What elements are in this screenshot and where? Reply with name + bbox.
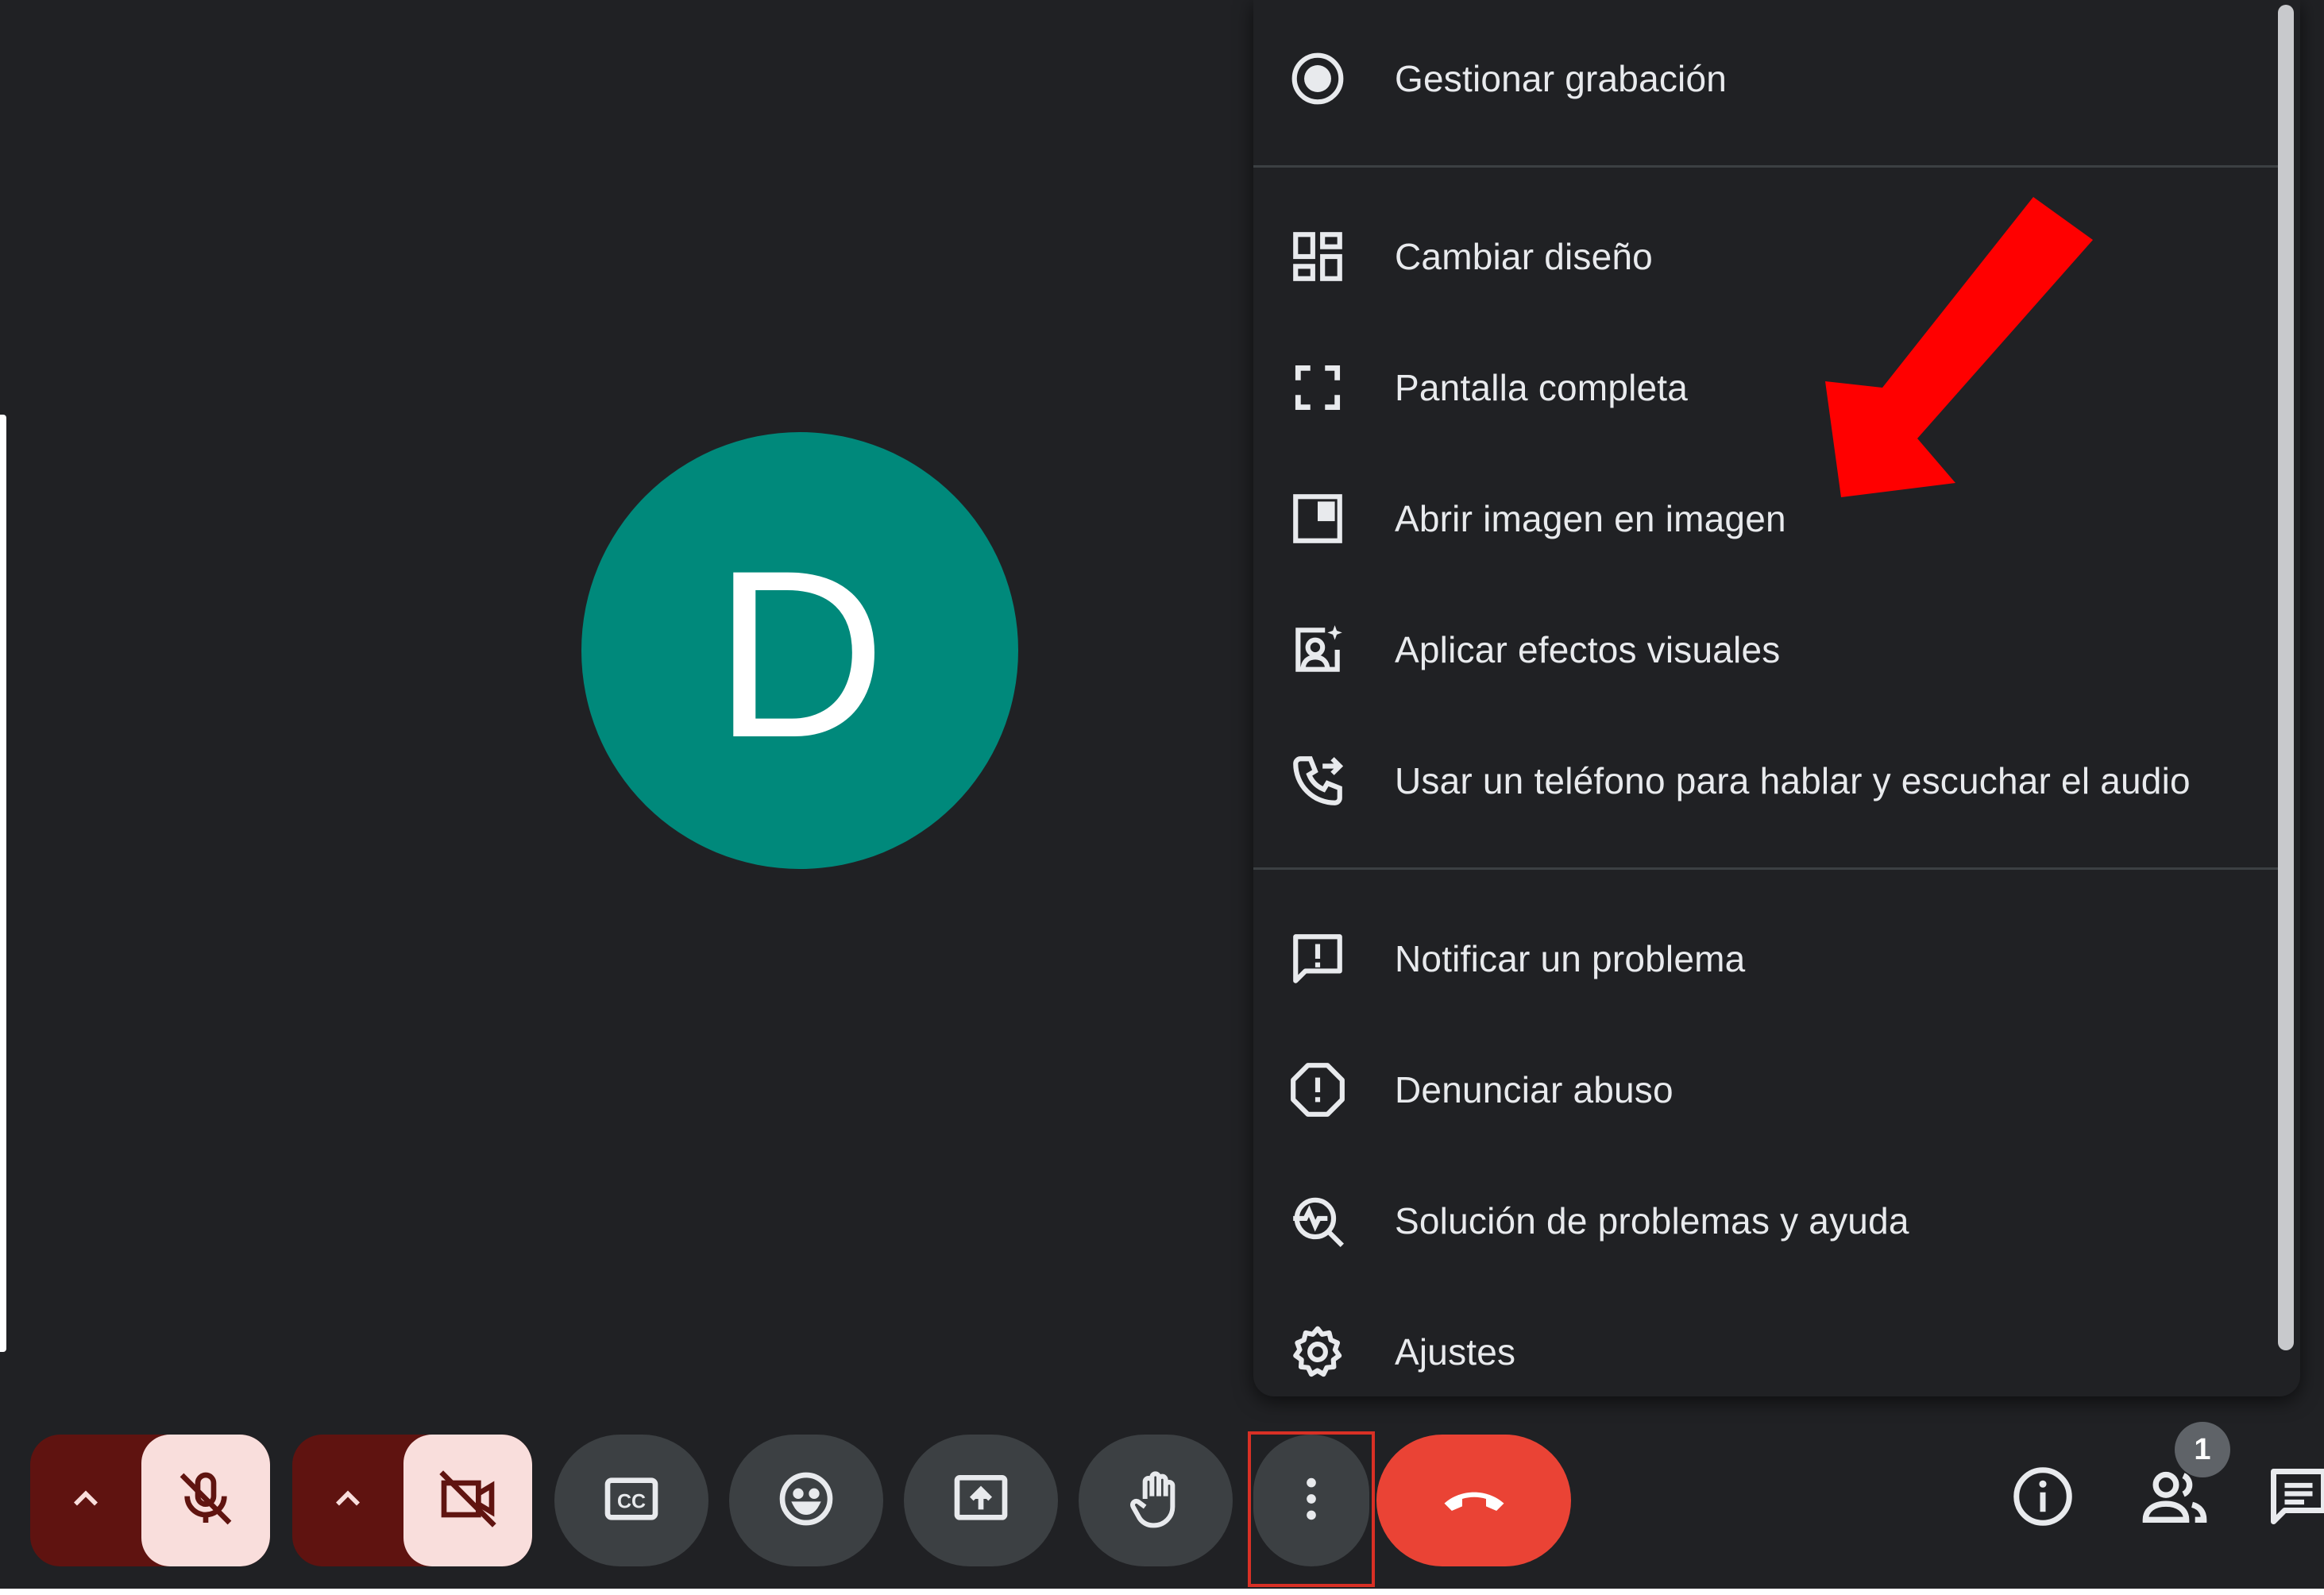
menu-item-label: Usar un teléfono para hablar y escuchar … <box>1395 760 2191 801</box>
menu-item-label: Aplicar efectos visuales <box>1395 629 1781 670</box>
feedback-icon <box>1288 929 1347 988</box>
meeting-stage: D Gestionar grabación Cambiar diseño Pan… <box>0 0 2324 1595</box>
microphone-control-group <box>30 1435 270 1566</box>
present-screen-icon <box>949 1467 1013 1535</box>
menu-item-settings[interactable]: Ajustes <box>1253 1300 2278 1404</box>
menu-item-label: Gestionar grabación <box>1395 58 1728 99</box>
chevron-up-icon <box>327 1478 369 1524</box>
camera-button[interactable] <box>403 1435 532 1566</box>
meeting-info-button[interactable] <box>2005 1460 2081 1536</box>
captions-button[interactable]: CC <box>554 1435 708 1566</box>
menu-scrollbar[interactable] <box>2278 5 2294 1350</box>
chevron-up-icon <box>65 1478 106 1524</box>
avatar-initial: D <box>713 520 886 787</box>
end-call-button[interactable] <box>1376 1435 1571 1566</box>
emoji-icon <box>774 1467 838 1535</box>
menu-item-report-abuse[interactable]: Denunciar abuso <box>1253 1038 2278 1141</box>
call-end-icon <box>1438 1463 1510 1539</box>
info-icon <box>2009 1463 2076 1534</box>
menu-item-report-problem[interactable]: Notificar un problema <box>1253 907 2278 1010</box>
menu-item-label: Abrir imagen en imagen <box>1395 498 1786 539</box>
svg-text:CC: CC <box>617 1490 646 1512</box>
report-icon <box>1288 1060 1347 1119</box>
settings-icon <box>1288 1323 1347 1381</box>
mic-off-icon <box>174 1467 237 1535</box>
menu-item-troubleshooting[interactable]: Solución de problemas y ayuda <box>1253 1169 2278 1273</box>
camera-control-group <box>292 1435 532 1566</box>
annotation-highlight-box <box>1248 1431 1375 1587</box>
microphone-options-button[interactable] <box>30 1435 141 1566</box>
menu-item-use-phone-audio[interactable]: Usar un teléfono para hablar y escuchar … <box>1253 729 2278 832</box>
menu-item-label: Pantalla completa <box>1395 367 1689 408</box>
picture-in-picture-icon <box>1288 489 1347 548</box>
layout-icon <box>1288 227 1347 286</box>
reactions-button[interactable] <box>729 1435 883 1566</box>
menu-item-label: Solución de problemas y ayuda <box>1395 1200 1909 1242</box>
phone-forward-icon <box>1288 751 1347 810</box>
bottom-edge <box>0 1589 2324 1595</box>
menu-divider <box>1253 165 2278 168</box>
more-options-menu: Gestionar grabación Cambiar diseño Panta… <box>1253 0 2300 1396</box>
call-controls-toolbar: CC 1 <box>0 1422 2324 1595</box>
record-icon <box>1288 49 1347 108</box>
microphone-button[interactable] <box>141 1435 270 1566</box>
camera-options-button[interactable] <box>292 1435 403 1566</box>
closed-captions-icon: CC <box>600 1467 663 1535</box>
visual-effects-icon <box>1288 620 1347 679</box>
menu-item-label: Cambiar diseño <box>1395 236 1653 277</box>
hand-icon <box>1124 1467 1187 1535</box>
menu-item-visual-effects[interactable]: Aplicar efectos visuales <box>1253 598 2278 701</box>
chat-icon <box>2265 1463 2324 1534</box>
troubleshoot-icon <box>1288 1191 1347 1250</box>
chat-button[interactable] <box>2265 1460 2324 1536</box>
fullscreen-icon <box>1288 358 1347 417</box>
menu-item-label: Notificar un problema <box>1395 938 1746 979</box>
menu-item-picture-in-picture[interactable]: Abrir imagen en imagen <box>1253 467 2278 570</box>
left-panel-edge <box>0 415 6 1352</box>
menu-divider <box>1253 867 2278 870</box>
menu-item-change-layout[interactable]: Cambiar diseño <box>1253 205 2278 308</box>
menu-item-label: Ajustes <box>1395 1331 1516 1373</box>
raise-hand-button[interactable] <box>1079 1435 1233 1566</box>
present-button[interactable] <box>904 1435 1058 1566</box>
videocam-off-icon <box>436 1467 500 1535</box>
menu-item-fullscreen[interactable]: Pantalla completa <box>1253 336 2278 439</box>
annotation-arrow <box>1825 197 2093 497</box>
participant-count-badge: 1 <box>2175 1422 2230 1477</box>
menu-item-manage-recording[interactable]: Gestionar grabación <box>1253 27 2278 130</box>
participant-avatar: D <box>581 432 1018 869</box>
menu-item-label: Denunciar abuso <box>1395 1069 1674 1110</box>
